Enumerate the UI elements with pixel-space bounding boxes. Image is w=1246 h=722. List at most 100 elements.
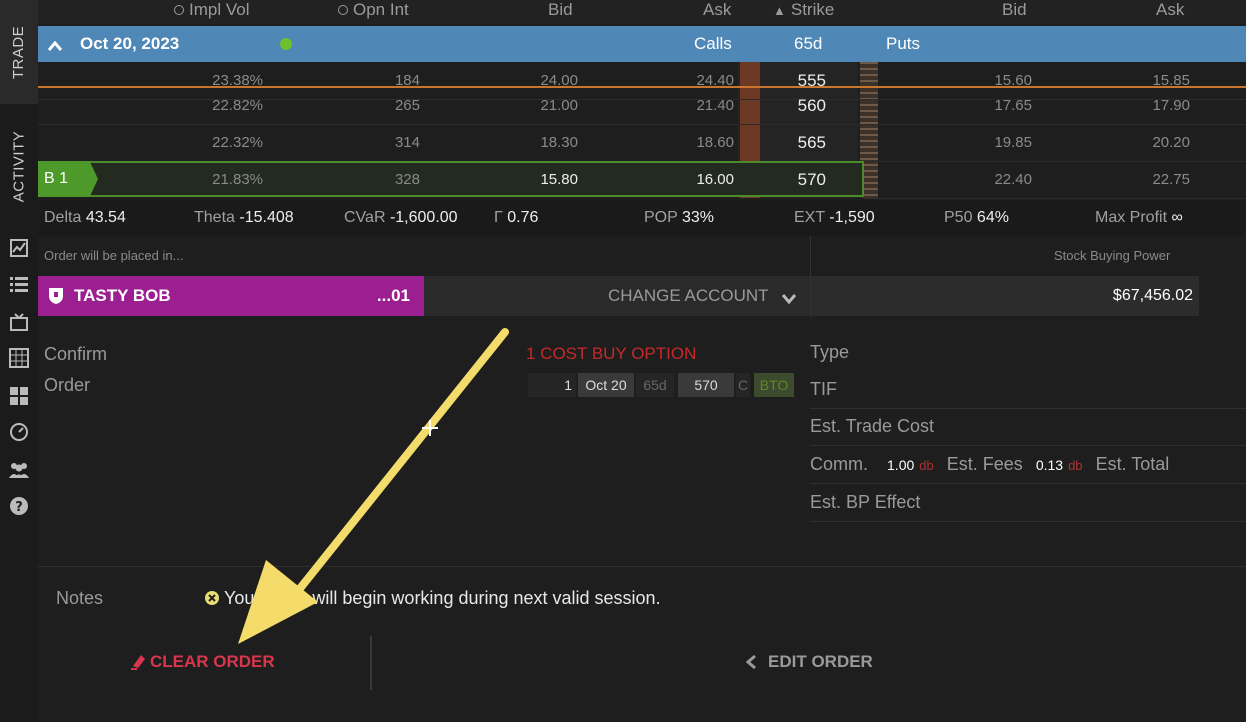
- delta-label: Delta: [44, 209, 82, 226]
- svg-text:?: ?: [15, 500, 23, 515]
- chain-row[interactable]: 22.82% 265 21.00 21.40 560 17.65 17.90: [38, 87, 1246, 125]
- iv-cell: 22.32%: [212, 134, 263, 151]
- bid-cell[interactable]: 21.00: [478, 87, 578, 124]
- leg-expiration: Oct 20: [578, 373, 634, 397]
- max-profit-label: Max Profit: [1095, 209, 1168, 226]
- p50-label: P50: [944, 209, 973, 226]
- put-ask-header[interactable]: Ask: [1156, 0, 1184, 24]
- max-profit-stat: Max Profit ∞: [1095, 200, 1183, 236]
- oi-cell: 265: [394, 97, 420, 114]
- put-ask-cell[interactable]: 20.20: [1078, 124, 1190, 161]
- buying-power-box: $67,456.02: [811, 276, 1199, 316]
- chain-header: Impl Vol Opn Int Bid Ask ▲ Strike Bid Ask: [38, 0, 1246, 24]
- account-name: TASTY BOB: [74, 286, 171, 305]
- fees-label: Est. Fees: [946, 454, 1023, 474]
- strike-header[interactable]: ▲ Strike: [773, 0, 834, 24]
- list-icon[interactable]: [7, 272, 31, 296]
- leg-qty: 1: [528, 373, 576, 397]
- trade-panel: Impl Vol Opn Int Bid Ask ▲ Strike Bid Ask…: [38, 0, 1246, 722]
- tab-activity-label: ACTIVITY: [10, 130, 28, 202]
- fees-value: 0.13: [1035, 457, 1064, 473]
- grid-calendar-icon[interactable]: [7, 346, 31, 370]
- put-bid-cell[interactable]: 22.40: [928, 161, 1032, 198]
- oi-cell: 328: [394, 171, 420, 188]
- tab-trade[interactable]: TRADE: [0, 0, 38, 104]
- annotation-arrow: [238, 328, 509, 644]
- pop-label: POP: [644, 209, 678, 226]
- put-bid-cell[interactable]: 19.85: [928, 124, 1032, 161]
- trade-cost-row: Est. Trade Cost: [810, 408, 1246, 446]
- impl-vol-label: Impl Vol: [189, 0, 250, 19]
- ask-header[interactable]: Ask: [703, 0, 731, 24]
- impl-vol-header[interactable]: Impl Vol: [174, 0, 249, 24]
- opn-int-header[interactable]: Opn Int: [338, 0, 409, 24]
- leg-dte: 65d: [636, 373, 674, 397]
- confirm-label: Confirm: [44, 344, 108, 364]
- buy-leg-label: B 1: [44, 170, 69, 187]
- chart-icon[interactable]: [7, 236, 31, 260]
- expiration-row[interactable]: Oct 20, 2023 Calls 65d Puts: [38, 26, 1246, 62]
- change-account-label: CHANGE ACCOUNT: [608, 286, 769, 305]
- account-number: ...01: [376, 286, 410, 305]
- bid-cell[interactable]: 18.30: [478, 124, 578, 161]
- ask-cell[interactable]: 16.00: [638, 163, 734, 196]
- tif-label: TIF: [810, 379, 837, 399]
- account-selector[interactable]: TASTY BOB ...01: [38, 276, 424, 316]
- edit-order-button[interactable]: EDIT ORDER: [738, 640, 898, 684]
- calls-label: Calls: [694, 34, 732, 53]
- expiration-date: Oct 20, 2023: [80, 34, 180, 53]
- bid-header[interactable]: Bid: [548, 0, 573, 24]
- change-account-button[interactable]: CHANGE ACCOUNT: [424, 276, 810, 316]
- position-stats: Delta 43.54 Theta -15.408 CVaR -1,600.00…: [38, 200, 1246, 236]
- theta-stat: Theta -15.408: [194, 200, 294, 236]
- type-row: Type: [810, 334, 1246, 371]
- type-label: Type: [810, 342, 850, 362]
- chevron-up-icon: [47, 38, 63, 51]
- chevron-down-icon: [781, 291, 797, 309]
- gamma-stat: Γ 0.76: [494, 200, 538, 236]
- put-ask-cell[interactable]: 22.75: [1078, 161, 1190, 198]
- comm-direction: db: [919, 458, 934, 473]
- buying-power-value: $67,456.02: [1112, 287, 1193, 304]
- ask-cell[interactable]: 18.60: [638, 124, 734, 161]
- status-dot-icon: [280, 38, 292, 50]
- comm-label: Comm.: [810, 454, 868, 474]
- edit-order-label: EDIT ORDER: [768, 652, 873, 671]
- p50-value: 64%: [976, 209, 1009, 226]
- tab-activity[interactable]: ACTIVITY: [0, 110, 38, 222]
- gamma-value: 0.76: [507, 209, 539, 226]
- strike-cell: 570: [797, 170, 826, 189]
- bp-effect-label: Est. BP Effect: [810, 492, 921, 512]
- bid-cell[interactable]: 15.80: [478, 163, 578, 196]
- tif-row: TIF: [810, 371, 1246, 409]
- sort-indicator-icon: [174, 5, 184, 15]
- put-side-row[interactable]: 22.40 22.75: [864, 161, 1246, 199]
- comm-value: 1.00: [887, 457, 915, 473]
- left-sidebar: TRADE ACTIVITY ?: [0, 0, 39, 722]
- delta-stat: Delta 43.54: [44, 200, 126, 236]
- help-icon[interactable]: ?: [7, 494, 31, 518]
- leg-strike: 570: [678, 373, 734, 397]
- gamma-label: Γ: [494, 209, 503, 226]
- chain-row-selected[interactable]: B 1 21.83% 328 15.80 16.00 570: [38, 161, 864, 197]
- total-label: Est. Total: [1095, 454, 1170, 474]
- pop-stat: POP 33%: [644, 200, 714, 236]
- put-ask-cell[interactable]: 17.90: [1078, 87, 1190, 124]
- put-bid-header[interactable]: Bid: [1002, 0, 1027, 24]
- put-bid-cell[interactable]: 17.65: [928, 87, 1032, 124]
- chain-row[interactable]: 22.32% 314 18.30 18.60 565 19.85 20.20: [38, 124, 1246, 162]
- buying-power-label: Stock Buying Power: [1054, 248, 1171, 263]
- leg-type: C: [736, 373, 750, 397]
- tab-trade-label: TRADE: [10, 25, 28, 79]
- gauge-icon[interactable]: [7, 420, 31, 444]
- ext-label: EXT: [794, 209, 825, 226]
- tiles-icon[interactable]: [7, 384, 31, 408]
- pop-value: 33%: [681, 209, 714, 226]
- tv-icon[interactable]: [7, 310, 31, 334]
- puts-label: Puts: [886, 34, 921, 53]
- order-label: Order: [44, 375, 91, 395]
- fees-row: Comm. 1.00 db Est. Fees 0.13 db Est. Tot…: [810, 446, 1246, 484]
- users-icon[interactable]: [7, 458, 31, 482]
- ask-cell[interactable]: 21.40: [638, 87, 734, 124]
- bp-effect-row: Est. BP Effect: [810, 484, 1246, 522]
